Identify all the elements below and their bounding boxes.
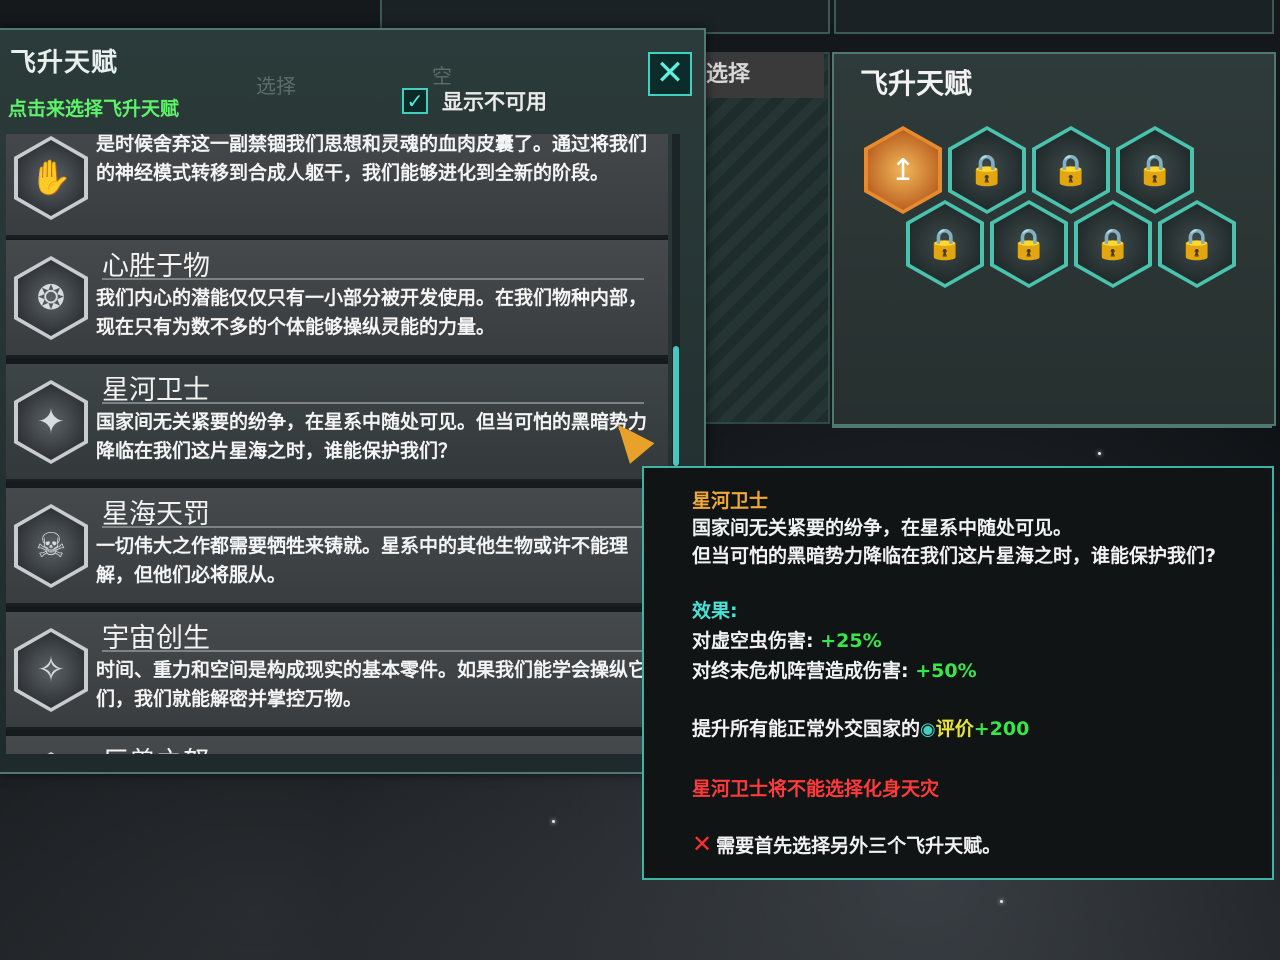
star	[1000, 900, 1003, 903]
tooltip-title: 星河卫士	[692, 490, 769, 512]
perk-icon-frame: ✧	[14, 628, 88, 712]
title-divider	[102, 402, 644, 404]
perk-title: 巨兽之怒	[102, 740, 210, 754]
lock-icon: 🔒	[926, 226, 964, 262]
close-button[interactable]: ✕	[648, 52, 692, 96]
perk-icon-frame: ❂	[14, 256, 88, 340]
top-frame	[834, 0, 1274, 34]
perk-list: ✋ 是时候舍弃这一副禁锢我们思想和灵魂的血肉皮囊了。通过将我们的神经模式转移到合…	[6, 134, 668, 754]
locked-perk-slot[interactable]: 🔒	[990, 200, 1068, 288]
locked-perk-slot[interactable]: 🔒	[1074, 200, 1152, 288]
cyber-hand-icon: ✋	[29, 158, 73, 198]
perk-icon: ↥	[890, 152, 916, 188]
lock-icon: 🔒	[968, 152, 1006, 188]
title-divider	[102, 650, 644, 652]
ghost-empty-label: 空	[432, 64, 452, 88]
locked-perk-slot[interactable]: 🔒	[1032, 126, 1110, 214]
perk-item-synthetic[interactable]: ✋ 是时候舍弃这一副禁锢我们思想和灵魂的血肉皮囊了。通过将我们的神经模式转移到合…	[6, 134, 668, 238]
perk-description: 时间、重力和空间是构成现实的基本零件。如果我们能学会操纵它们，我们就能解密并掌控…	[96, 659, 648, 710]
lock-icon: 🔒	[1010, 226, 1048, 262]
select-tab[interactable]: 选择	[700, 52, 824, 98]
tooltip-description: 国家间无关紧要的纷争，在星系中随处可见。 但当可怕的黑暗势力降临在我们这片星海之…	[692, 514, 1264, 570]
star	[552, 820, 555, 823]
effect-label: 效果:	[692, 600, 738, 622]
perk-description: 我们内心的潜能仅仅只有一小部分被开发使用。在我们物种内部，现在只有为数不多的个体…	[96, 287, 648, 338]
brain-icon: ❂	[36, 278, 66, 318]
cosmic-compass-icon: ✧	[36, 650, 66, 690]
shattered-shield-icon: ✦	[36, 402, 66, 442]
modifier-value: +200	[973, 718, 1030, 740]
selected-perk-slot[interactable]: ↥	[864, 126, 942, 214]
modifier-void-damage: 对虚空虫伤害: +25%	[692, 626, 882, 653]
modifier-crisis-damage: 对终末危机阵营造成伤害: +50%	[692, 656, 977, 683]
perk-item-galactic-guardian[interactable]: ✦ 星河卫士 国家间无关紧要的纷争，在星系中随处可见。但当可怕的黑暗势力降临在我…	[6, 364, 668, 482]
requirement: ✕ 需要首先选择另外三个飞升天赋。	[692, 830, 1001, 858]
perk-description: 一切伟大之作都需要牺牲来铸就。星系中的其他生物或许不能理解，但他们必将服从。	[96, 535, 629, 586]
perk-item-galactic-punishment[interactable]: ☠ 星海天罚 一切伟大之作都需要牺牲来铸就。星系中的其他生物或许不能理解，但他们…	[6, 488, 668, 606]
perk-icon-frame: ✦	[14, 380, 88, 464]
lock-icon: 🔒	[1094, 226, 1132, 262]
modifier-label: 提升所有能正常外交国家的	[692, 718, 921, 740]
opinion-label: 评价	[935, 718, 974, 740]
modifier-label: 对虚空虫伤害:	[692, 630, 814, 652]
middle-column	[700, 52, 830, 424]
lock-icon: 🔒	[1136, 152, 1174, 188]
lock-icon: 🔒	[1052, 152, 1090, 188]
perk-tooltip: 星河卫士 国家间无关紧要的纷争，在星系中随处可见。 但当可怕的黑暗势力降临在我们…	[642, 466, 1274, 880]
modifier-value: +50%	[915, 660, 977, 682]
scroll-thumb[interactable]	[673, 346, 679, 466]
exclusive-warning: 星河卫士将不能选择化身天灾	[692, 778, 940, 800]
tooltip-desc-line: 但当可怕的黑暗势力降临在我们这片星海之时，谁能保护我们?	[692, 545, 1217, 567]
perk-icon-frame: ☠	[14, 504, 88, 588]
cross-icon: ✕	[692, 830, 713, 858]
locked-perk-slot[interactable]: 🔒	[906, 200, 984, 288]
skull-icon: ☠	[35, 526, 67, 566]
perk-icon-frame: ▲	[14, 752, 88, 754]
perk-description: 国家间无关紧要的纷争，在星系中随处可见。但当可怕的黑暗势力降临在我们这片星海之时…	[96, 411, 648, 462]
show-unavailable-label[interactable]: 显示不可用	[442, 86, 547, 116]
ascension-perks-panel: 飞升天赋 ↥ 🔒 🔒 🔒 🔒 🔒 🔒 🔒	[832, 52, 1276, 426]
perk-icon-frame: ✋	[14, 136, 88, 220]
panel-footer	[832, 426, 1272, 468]
panel-title: 飞升天赋	[860, 67, 973, 100]
title-divider	[102, 526, 644, 528]
title-divider	[102, 278, 644, 280]
checkmark-icon: ✓	[406, 89, 424, 113]
perk-selection-panel: 飞升天赋 选择 空 点击来选择飞升天赋 ✓ 显示不可用 ✕ ✋ 是时候舍弃这一副…	[0, 28, 706, 774]
tooltip-desc-line: 国家间无关紧要的纷争，在星系中随处可见。	[692, 517, 1073, 539]
show-unavailable-checkbox[interactable]: ✓	[402, 88, 428, 114]
locked-perk-slot[interactable]: 🔒	[948, 126, 1026, 214]
panel-title: 飞升天赋	[10, 48, 119, 78]
lock-icon: 🔒	[1178, 226, 1216, 262]
perk-item-mind-over-matter[interactable]: ❂ 心胜于物 我们内心的潜能仅仅只有一小部分被开发使用。在我们物种内部，现在只有…	[6, 240, 668, 358]
modifier-label: 对终末危机阵营造成伤害:	[692, 660, 909, 682]
perk-item-behemoth-fury[interactable]: ▲ 巨兽之怒	[6, 736, 668, 754]
locked-perk-slot[interactable]: 🔒	[1158, 200, 1236, 288]
opinion-icon: ◉	[920, 719, 936, 740]
perk-description: 是时候舍弃这一副禁锢我们思想和灵魂的血肉皮囊了。通过将我们的神经模式转移到合成人…	[96, 134, 648, 184]
ghost-select-label: 选择	[256, 74, 296, 98]
panel-subtitle: 点击来选择飞升天赋	[8, 98, 180, 120]
modifier-value: +25%	[820, 630, 882, 652]
modifier-opinion: 提升所有能正常外交国家的◉评价+200	[692, 714, 1029, 741]
close-icon: ✕	[655, 53, 685, 93]
requirement-text: 需要首先选择另外三个飞升天赋。	[716, 835, 1002, 857]
locked-perk-slot[interactable]: 🔒	[1116, 126, 1194, 214]
perk-item-cosmogenesis[interactable]: ✧ 宇宙创生 时间、重力和空间是构成现实的基本零件。如果我们能学会操纵它们，我们…	[6, 612, 668, 730]
